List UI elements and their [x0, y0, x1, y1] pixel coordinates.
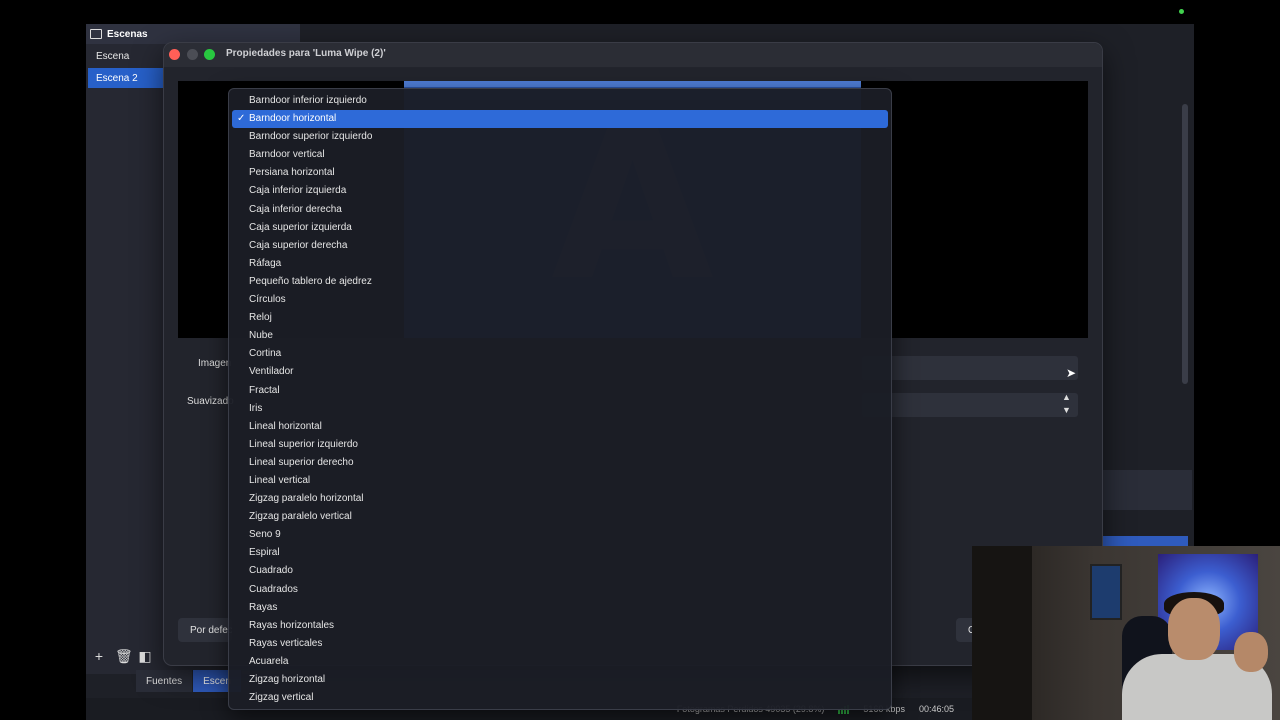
dropdown-option-label: Cuadrado	[249, 565, 293, 577]
image-select[interactable]	[862, 356, 1078, 380]
dock-tabs: Fuentes Escen	[136, 670, 242, 692]
dropdown-option-label: Barndoor superior izquierdo	[249, 131, 373, 143]
scenes-dock-header: Escenas	[86, 24, 300, 44]
mouse-cursor-icon: ➤	[1066, 366, 1077, 380]
dropdown-option-label: Reloj	[249, 312, 272, 324]
dropdown-option[interactable]: Cortina	[232, 345, 888, 363]
defaults-button[interactable]: Por defecto	[178, 618, 232, 642]
dropdown-option[interactable]: Acuarela	[232, 653, 888, 671]
controls-panel	[1102, 470, 1192, 510]
filter-icon[interactable]: ◧	[138, 648, 152, 665]
dropdown-option[interactable]: Círculos	[232, 291, 888, 309]
dropdown-option[interactable]: Lineal horizontal	[232, 418, 888, 436]
dropdown-option[interactable]: Barndoor superior izquierdo	[232, 128, 888, 146]
dropdown-option-label: Ventilador	[249, 366, 294, 378]
dropdown-option[interactable]: Barndoor vertical	[232, 146, 888, 164]
dropdown-option[interactable]: Lineal superior izquierdo	[232, 436, 888, 454]
smoothing-label: Suavizado	[187, 396, 234, 407]
dropdown-option-label: Caja inferior izquierda	[249, 185, 347, 197]
dropdown-option-label: Círculos	[249, 294, 286, 306]
dropdown-option[interactable]: Fractal	[232, 382, 888, 400]
dropdown-option[interactable]: Cuadrados	[232, 581, 888, 599]
dropdown-option[interactable]: Lineal vertical	[232, 472, 888, 490]
dropdown-option-label: Lineal horizontal	[249, 420, 322, 432]
dropdown-option[interactable]: Rayas	[232, 599, 888, 617]
dropdown-option[interactable]: Zigzag horizontal	[232, 671, 888, 689]
dropdown-option-label: Lineal superior derecho	[249, 456, 354, 468]
dropdown-option-label: Iris	[249, 402, 263, 414]
dropdown-option-label: Zigzag paralelo horizontal	[249, 493, 364, 505]
dropdown-option-label: Rayas horizontales	[249, 619, 335, 631]
dropdown-option-label: Cuadrados	[249, 583, 298, 595]
dropdown-option-label: Ráfaga	[249, 257, 282, 269]
plus-icon[interactable]: +	[92, 648, 106, 665]
trash-icon[interactable]: 🗑	[115, 648, 133, 665]
dropdown-option[interactable]: Zigzag vertical	[232, 689, 888, 707]
dropdown-option-label: Nube	[249, 330, 273, 342]
dropdown-option-label: Lineal vertical	[249, 474, 311, 486]
dropdown-option[interactable]: Zigzag paralelo horizontal	[232, 490, 888, 508]
dropdown-option[interactable]: ✓ Barndoor horizontal	[232, 110, 888, 129]
chevron-down-icon[interactable]: ▼	[1062, 405, 1071, 415]
scrollbar[interactable]	[1182, 104, 1188, 384]
dropdown-option-label: Zigzag paralelo vertical	[249, 511, 352, 523]
dropdown-option[interactable]: Lineal superior derecho	[232, 454, 888, 472]
dropdown-option[interactable]: Pequeño tablero de ajedrez	[232, 273, 888, 291]
smoothing-spinbox[interactable]	[862, 393, 1078, 417]
dropdown-option[interactable]: Caja superior derecha	[232, 237, 888, 255]
dropdown-option-label: Persiana horizontal	[249, 167, 335, 179]
dropdown-option-label: Lineal superior izquierdo	[249, 438, 358, 450]
dropdown-option-label: Espiral	[249, 547, 280, 559]
image-label: Imagen	[198, 358, 232, 369]
status-indicator-icon	[1179, 9, 1184, 14]
dropdown-option-label: Rayas verticales	[249, 637, 323, 649]
dropdown-option[interactable]: Rayas horizontales	[232, 617, 888, 635]
dropdown-option[interactable]: Caja inferior derecha	[232, 201, 888, 219]
dropdown-option[interactable]: Nube	[232, 327, 888, 345]
dropdown-option[interactable]: Espiral	[232, 544, 888, 562]
dropdown-option[interactable]: Ventilador	[232, 363, 888, 381]
maximize-icon[interactable]	[204, 49, 215, 60]
tab-fuentes[interactable]: Fuentes	[136, 670, 194, 692]
scenes-dock-title: Escenas	[107, 28, 148, 40]
scenes-toolbar: + 🗑 ◧	[92, 648, 152, 665]
minimize-icon[interactable]	[187, 49, 198, 60]
dropdown-option[interactable]: Cuadrado	[232, 562, 888, 580]
image-dropdown-menu: Barndoor inferior izquierdo ✓ Barndoor hor…	[228, 88, 892, 710]
dropdown-option-label: Zigzag horizontal	[249, 674, 326, 685]
dropdown-option-label: Rayas	[249, 601, 278, 613]
chevron-up-icon[interactable]: ▲	[1062, 392, 1071, 402]
dropdown-option-label: Caja inferior derecha	[249, 203, 342, 215]
dropdown-option[interactable]: Zigzag paralelo vertical	[232, 508, 888, 526]
dropdown-option[interactable]: Persiana horizontal	[232, 164, 888, 182]
dropdown-option-label: Cortina	[249, 348, 282, 360]
dialog-title: Propiedades para 'Luma Wipe (2)'	[226, 48, 386, 59]
dropdown-option[interactable]: Reloj	[232, 309, 888, 327]
dropdown-option-label: Caja superior izquierda	[249, 221, 352, 233]
dropdown-option[interactable]: Caja superior izquierda	[232, 219, 888, 237]
scene-item-escena[interactable]: Escena	[88, 46, 168, 66]
dropdown-option-label: Acuarela	[249, 655, 289, 667]
dropdown-option-label: Pequeño tablero de ajedrez	[249, 275, 372, 287]
stream-time-text: 00:46:05	[918, 704, 954, 714]
webcam-overlay	[972, 546, 1280, 720]
dropdown-option-label: Fractal	[249, 384, 280, 396]
dropdown-option-label: Caja superior derecha	[249, 239, 348, 251]
dropdown-option[interactable]: Seno 9	[232, 526, 888, 544]
close-icon[interactable]	[169, 49, 180, 60]
checkmark-icon: ✓	[237, 113, 246, 125]
scene-item-escena-2[interactable]: Escena 2	[88, 68, 168, 88]
dropdown-option-label: Seno 9	[249, 529, 281, 541]
dropdown-option[interactable]: Barndoor inferior izquierdo	[232, 92, 888, 110]
scenes-icon	[90, 29, 102, 39]
dropdown-option-label: Barndoor horizontal	[249, 113, 337, 125]
dropdown-option-label: Barndoor inferior izquierdo	[249, 95, 367, 106]
dropdown-option-label: Zigzag vertical	[249, 692, 314, 704]
dropdown-option[interactable]: Iris	[232, 400, 888, 418]
dropdown-option[interactable]: Caja inferior izquierda	[232, 182, 888, 200]
dropdown-option[interactable]: Rayas verticales	[232, 635, 888, 653]
dropdown-option[interactable]: Ráfaga	[232, 255, 888, 273]
dropdown-option-label: Barndoor vertical	[249, 149, 325, 161]
dropdown-options: Barndoor inferior izquierdo ✓ Barndoor hor…	[229, 92, 891, 707]
